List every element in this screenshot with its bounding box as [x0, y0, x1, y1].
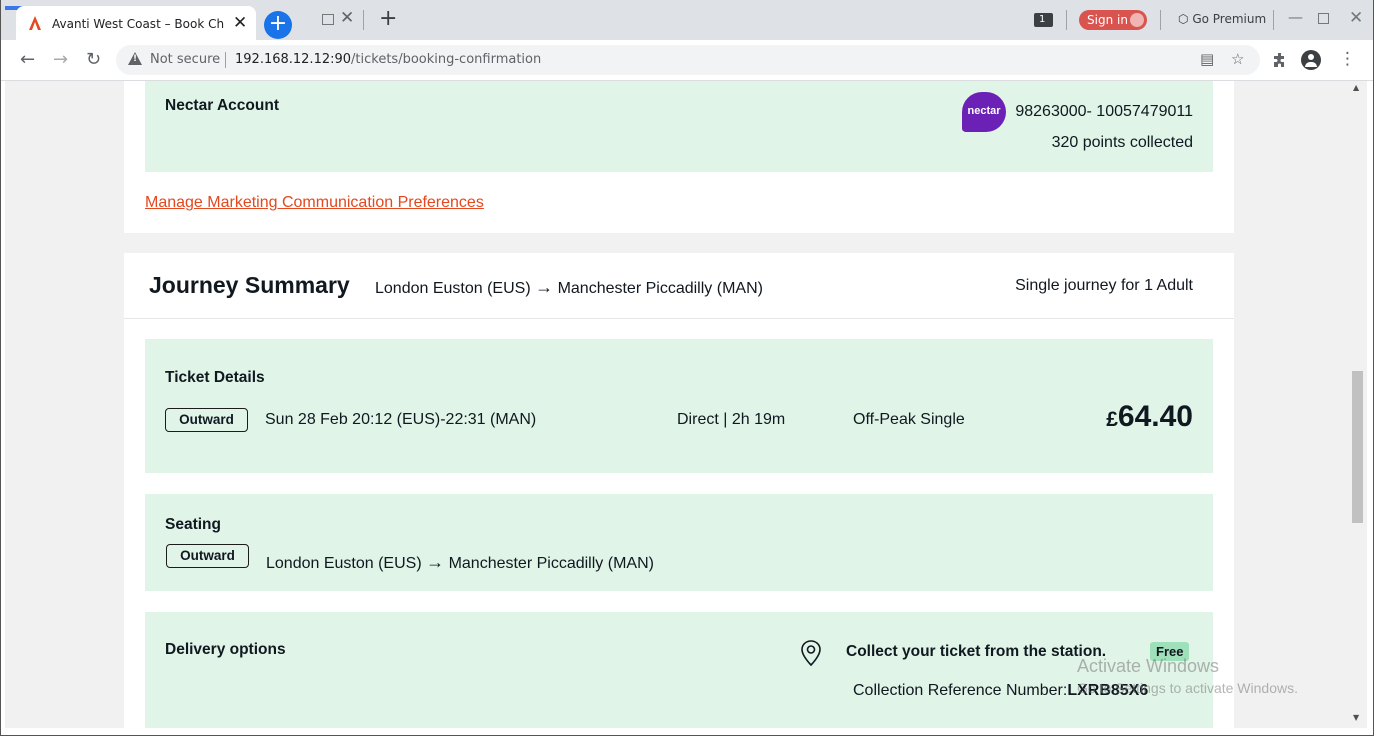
window-frame	[0, 0, 1374, 736]
